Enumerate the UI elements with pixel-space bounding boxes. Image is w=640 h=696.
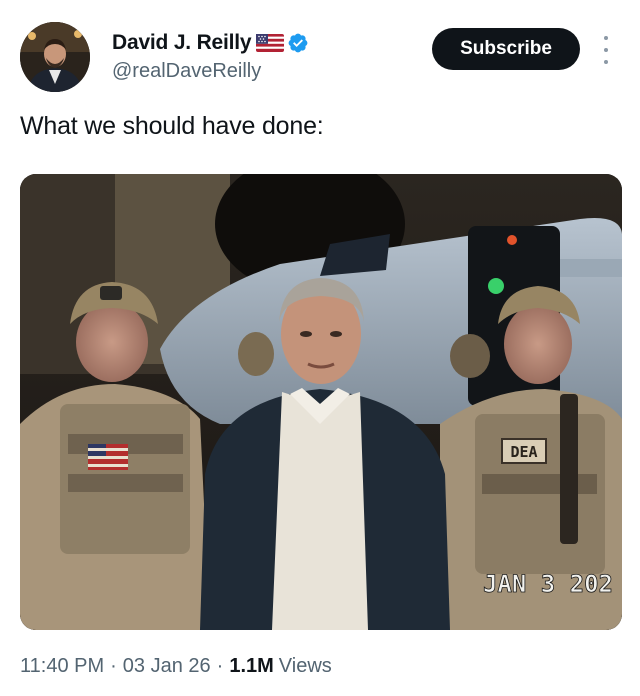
tweet-text: What we should have done: — [20, 112, 324, 140]
views-count[interactable]: 1.1M — [229, 655, 273, 678]
meta-separator: · — [110, 655, 117, 677]
date-stamp: JAN 3 202 — [483, 570, 613, 598]
author-name[interactable]: David J. Reilly — [112, 31, 252, 55]
meta-separator: · — [216, 655, 224, 677]
author-handle[interactable]: @realDaveReilly — [112, 60, 309, 83]
dea-patch: DEA — [510, 443, 537, 461]
subscribe-button[interactable]: Subscribe — [432, 28, 580, 70]
post-date[interactable]: 03 Jan 26 — [123, 655, 211, 678]
media-photo: DEA JAN 3 202 — [20, 174, 622, 630]
name-row: David J. Reilly — [112, 30, 309, 56]
avatar-image — [20, 22, 90, 92]
us-flag-icon — [256, 34, 285, 52]
tweet-meta: 11:40 PM · 03 Jan 26 · 1.1M Views — [20, 655, 332, 678]
views-label: Views — [278, 655, 332, 677]
verified-badge-icon[interactable] — [287, 32, 309, 54]
author-block: David J. Reilly @realDaveReilly — [112, 30, 309, 83]
tweet-media-image[interactable]: DEA JAN 3 202 — [20, 174, 622, 630]
author-avatar[interactable] — [20, 22, 90, 92]
tweet-card: David J. Reilly @realDaveReilly Subscrib… — [0, 0, 640, 696]
more-options-icon[interactable] — [600, 36, 612, 64]
post-time[interactable]: 11:40 PM — [20, 655, 104, 678]
